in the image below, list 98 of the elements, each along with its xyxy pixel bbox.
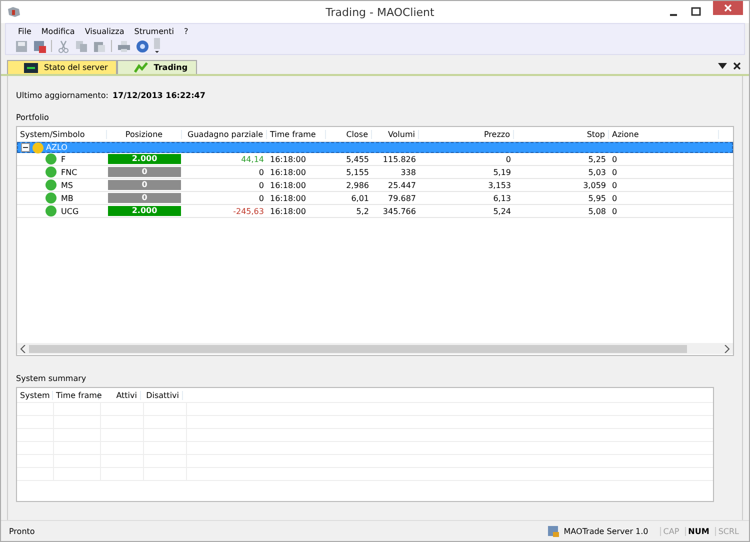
table-cell-text: 5,08 (587, 206, 607, 216)
window-title: Trading - MAOClient (326, 6, 434, 18)
table-cell-text: 5,95 (587, 194, 607, 202)
table-cell-text: 5,2 (355, 206, 370, 216)
section-label: Portfolio (16, 113, 50, 122)
table-cell-text: 16:18:00 (269, 168, 307, 176)
server-icon (546, 524, 560, 538)
column-header[interactable]: Volumi (372, 130, 419, 138)
table-cell-text: 0 (611, 168, 618, 176)
dropdown-icon[interactable] (718, 63, 727, 69)
update-label: Ultimo aggiornamento: (16, 91, 108, 100)
table-cell-text: 5,155 (345, 168, 370, 176)
position-cell: 0 (108, 167, 181, 177)
table-cell-text: 5,03 (587, 168, 607, 176)
gain-cell-text: 0 (258, 180, 265, 190)
status-dot-icon (45, 166, 57, 178)
status-text: Pronto (9, 526, 35, 536)
delete-icon[interactable] (33, 40, 46, 52)
gain-cell-text: 44,14 (240, 154, 265, 164)
key-indicator: NUM (685, 526, 712, 536)
table-cell-text: 16:18:00 (269, 180, 307, 190)
table-cell-text: 6,13 (492, 194, 512, 202)
print-icon[interactable] (117, 40, 131, 52)
status-dot-icon (45, 205, 57, 217)
status-dot-icon (45, 192, 57, 204)
column-header[interactable]: Azione (609, 130, 719, 138)
maximize-icon[interactable] (691, 7, 701, 17)
column-header[interactable]: Time frame (53, 390, 99, 400)
menu-item[interactable]: Modifica (41, 26, 75, 36)
table-cell-text: 2,986 (345, 180, 370, 190)
column-header[interactable]: Time frame (267, 130, 326, 138)
column-header[interactable]: Close (326, 130, 372, 138)
horizontal-scrollbar[interactable] (17, 343, 733, 354)
overflow-icon[interactable] (154, 38, 160, 54)
table-cell-text: 25.447 (387, 180, 417, 190)
close-icon (724, 4, 732, 12)
menu-item[interactable]: Visualizza (84, 26, 124, 36)
column-header[interactable]: Prezzo (419, 130, 514, 138)
menu-item[interactable]: ? (184, 26, 188, 36)
table-cell-text: 0 (611, 154, 618, 164)
server-version: MAOTrade Server 1.0 (564, 526, 648, 536)
table-cell-text: 0 (611, 180, 618, 190)
symbol-cell: UCG (61, 206, 79, 216)
symbol-cell: MS (61, 180, 73, 190)
system-name: AZLO (46, 143, 68, 152)
table-cell-text: 5,24 (492, 206, 512, 216)
help-icon[interactable] (136, 40, 149, 52)
column-header[interactable]: Posizione (107, 130, 182, 138)
gain-cell-text: 0 (258, 194, 265, 202)
table-cell-text: 79.687 (387, 194, 417, 202)
menu-item[interactable]: File (18, 26, 32, 36)
scroll-left-icon[interactable] (20, 344, 26, 352)
gain-cell-text: -245,63 (232, 206, 265, 216)
tab[interactable]: Trading (116, 60, 197, 74)
column-header[interactable]: Stop (514, 130, 609, 138)
status-dot-icon (45, 179, 57, 191)
table-cell-text: 16:18:00 (269, 194, 307, 202)
table-cell-text: 115.826 (382, 154, 417, 164)
close-button[interactable] (713, 1, 743, 15)
table-cell-text: 5,455 (345, 154, 370, 164)
column-header[interactable]: System/Simbolo (17, 130, 107, 138)
close-icon[interactable] (733, 62, 741, 70)
gain-cell-text: 0 (258, 168, 265, 176)
table-cell-text: 338 (400, 168, 417, 176)
column-header[interactable]: Guadagno parziale (182, 130, 267, 138)
position-cell: 2.000 (108, 154, 181, 164)
table-cell-text: 345.766 (382, 206, 417, 216)
expander-icon[interactable] (21, 143, 30, 152)
table-cell-text: 0 (504, 154, 512, 164)
section-label: System summary (16, 374, 88, 383)
table-cell-text: 3,059 (582, 180, 607, 190)
menu-item[interactable]: Strumenti (134, 26, 174, 36)
table-cell-text: 3,153 (487, 180, 512, 190)
symbol-cell: F (61, 154, 66, 164)
table-cell-text: 5,25 (587, 154, 607, 164)
table-cell-text: 0 (611, 194, 618, 202)
table-cell-text: 0 (611, 206, 618, 216)
monitor-icon (24, 62, 38, 72)
position-cell: 2.000 (108, 206, 181, 216)
symbol-cell: FNC (61, 168, 78, 176)
column-header[interactable]: System (17, 390, 53, 400)
position-cell: 0 (108, 180, 181, 190)
position-cell: 0 (108, 193, 181, 203)
key-indicator: SCRL (715, 526, 741, 536)
table-cell-text: 16:18:00 (269, 206, 307, 216)
table-cell-text: 6,01 (350, 194, 370, 202)
table-cell-text: 16:18:00 (269, 154, 307, 164)
symbol-cell: MB (61, 194, 74, 202)
tab[interactable]: Stato del server (7, 60, 117, 74)
key-indicator: CAP (660, 526, 682, 536)
update-timestamp: 17/12/2013 16:22:47 (112, 91, 206, 100)
app-icon (7, 6, 21, 18)
status-dot-icon (32, 142, 44, 154)
status-dot-icon (45, 153, 57, 165)
scroll-right-icon[interactable] (724, 344, 730, 352)
column-header[interactable]: Disattivi (141, 390, 183, 400)
chart-icon (134, 62, 148, 73)
table-cell-text: 5,19 (492, 168, 512, 176)
